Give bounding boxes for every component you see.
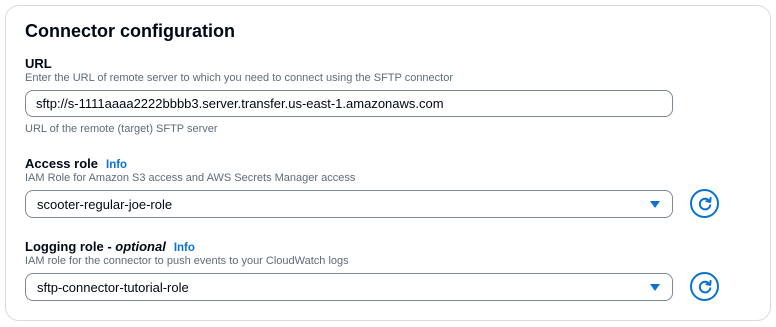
access-role-label-text: Access role <box>25 156 98 171</box>
panel-title: Connector configuration <box>25 21 235 41</box>
url-description: Enter the URL of remote server to which … <box>25 72 454 84</box>
logging-role-optional-text: optional <box>115 239 166 254</box>
access-role-select[interactable]: scooter-regular-joe-role <box>25 190 673 218</box>
logging-role-select[interactable]: sftp-connector-tutorial-role <box>25 273 673 301</box>
refresh-icon <box>698 196 712 210</box>
access-role-label: Access role Info <box>25 156 127 171</box>
logging-role-label-text: Logging role - <box>25 239 116 254</box>
logging-role-refresh-button[interactable] <box>690 272 719 301</box>
url-input[interactable] <box>25 90 673 117</box>
access-role-refresh-button[interactable] <box>690 189 719 218</box>
url-label: URL <box>25 56 52 71</box>
caret-down-icon <box>650 200 660 208</box>
access-role-description: IAM Role for Amazon S3 access and AWS Se… <box>25 172 356 184</box>
connector-configuration-panel: Connector configuration URL Enter the UR… <box>5 5 771 321</box>
refresh-icon <box>698 279 712 293</box>
access-role-selected-value: scooter-regular-joe-role <box>37 196 173 212</box>
logging-role-info-link[interactable]: Info <box>174 242 195 254</box>
logging-role-selected-value: sftp-connector-tutorial-role <box>37 279 189 295</box>
logging-role-label: Logging role - optional Info <box>25 239 195 254</box>
url-label-text: URL <box>25 56 52 71</box>
caret-down-icon <box>650 283 660 291</box>
url-constraint-text: URL of the remote (target) SFTP server <box>25 123 218 135</box>
access-role-info-link[interactable]: Info <box>106 159 127 171</box>
logging-role-description: IAM role for the connector to push event… <box>25 255 349 267</box>
